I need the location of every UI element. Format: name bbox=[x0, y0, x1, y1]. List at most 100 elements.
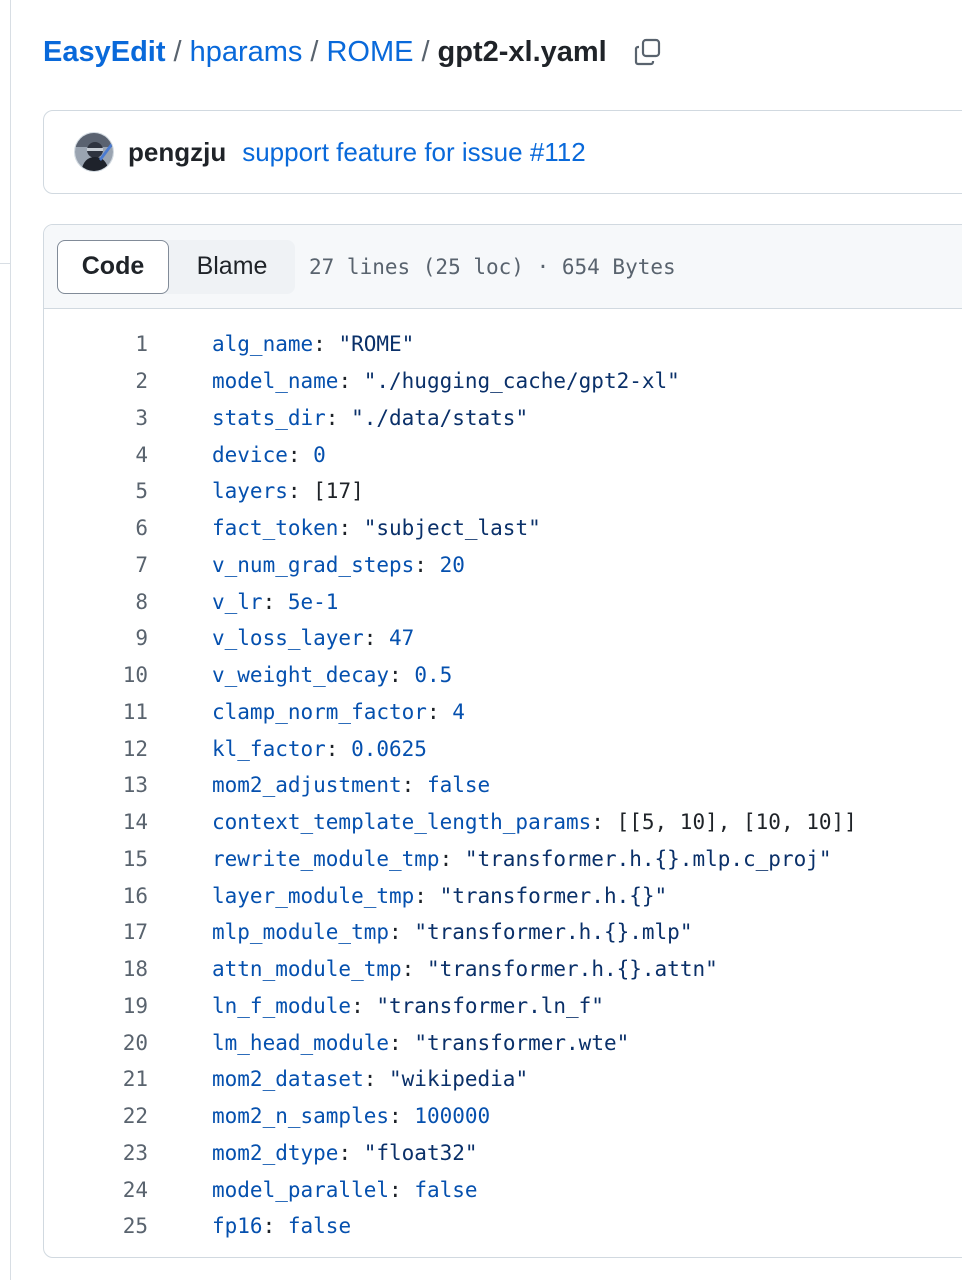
code-line: 21 mom2_dataset: "wikipedia" bbox=[44, 1061, 962, 1098]
line-number[interactable]: 12 bbox=[44, 737, 148, 761]
line-number[interactable]: 3 bbox=[44, 406, 148, 430]
line-number[interactable]: 10 bbox=[44, 663, 148, 687]
code-line: 6 fact_token: "subject_last" bbox=[44, 510, 962, 547]
yaml-value: 0.0625 bbox=[351, 736, 427, 761]
yaml-separator: : bbox=[389, 1030, 415, 1055]
breadcrumb-hparams-link[interactable]: hparams bbox=[190, 36, 303, 69]
line-number[interactable]: 18 bbox=[44, 957, 148, 981]
tab-code[interactable]: Code bbox=[57, 239, 169, 294]
yaml-key: kl_factor bbox=[212, 736, 326, 761]
line-number[interactable]: 16 bbox=[44, 884, 148, 908]
line-code: kl_factor: 0.0625 bbox=[212, 737, 427, 761]
line-number[interactable]: 20 bbox=[44, 1031, 148, 1055]
yaml-key: v_loss_layer bbox=[212, 626, 364, 651]
yaml-separator: : bbox=[363, 626, 390, 651]
yaml-value: 0.5 bbox=[414, 663, 453, 688]
yaml-key: mom2_adjustment bbox=[212, 773, 402, 798]
code-listing[interactable]: 1 alg_name: "ROME" 2 model_name: "./hugging… bbox=[44, 309, 962, 1245]
yaml-value: false bbox=[426, 773, 491, 798]
line-code: stats_dir: "./data/stats" bbox=[212, 406, 528, 430]
yaml-key: clamp_norm_factor bbox=[212, 699, 427, 724]
breadcrumb-current-file: gpt2-xl.yaml bbox=[437, 35, 607, 68]
yaml-key: fact_token bbox=[212, 516, 339, 541]
line-number[interactable]: 9 bbox=[44, 626, 148, 650]
line-number[interactable]: 23 bbox=[44, 1141, 148, 1165]
avatar[interactable] bbox=[74, 132, 114, 172]
code-line: 11 clamp_norm_factor: 4 bbox=[44, 694, 962, 731]
line-number[interactable]: 15 bbox=[44, 847, 148, 871]
yaml-key: device bbox=[212, 442, 288, 467]
file-stats: 27 lines (25 loc) · 654 Bytes bbox=[309, 254, 676, 279]
view-mode-toggle: Code Blame bbox=[57, 239, 295, 294]
commit-author-link[interactable]: pengzju bbox=[128, 137, 226, 168]
code-line: 9 v_loss_layer: 47 bbox=[44, 620, 962, 657]
yaml-value: 20 bbox=[439, 552, 465, 577]
code-line: 3 stats_dir: "./data/stats" bbox=[44, 400, 962, 437]
line-number[interactable]: 21 bbox=[44, 1067, 148, 1091]
code-line: 2 model_name: "./hugging_cache/gpt2-xl" bbox=[44, 363, 962, 400]
code-line: 5 layers: [17] bbox=[44, 473, 962, 510]
code-line: 8 v_lr: 5e-1 bbox=[44, 583, 962, 620]
yaml-separator: : bbox=[262, 589, 288, 614]
yaml-key: v_weight_decay bbox=[212, 663, 390, 688]
line-code: fp16: false bbox=[212, 1214, 351, 1238]
yaml-separator: : bbox=[401, 957, 427, 982]
line-code: clamp_norm_factor: 4 bbox=[212, 700, 465, 724]
yaml-value: 0 bbox=[313, 442, 326, 467]
line-number[interactable]: 2 bbox=[44, 369, 148, 393]
line-number[interactable]: 4 bbox=[44, 443, 148, 467]
breadcrumb-rome-link[interactable]: ROME bbox=[326, 36, 413, 69]
yaml-value: "wikipedia" bbox=[389, 1067, 529, 1092]
line-code: mom2_dtype: "float32" bbox=[212, 1141, 478, 1165]
yaml-separator: : bbox=[338, 1140, 364, 1165]
line-number[interactable]: 24 bbox=[44, 1178, 148, 1202]
code-line: 15 rewrite_module_tmp: "transformer.h.{}.… bbox=[44, 841, 962, 878]
yaml-separator: : bbox=[389, 1177, 415, 1202]
code-line: 12 kl_factor: 0.0625 bbox=[44, 730, 962, 767]
line-code: model_parallel: false bbox=[212, 1178, 478, 1202]
yaml-separator: : bbox=[363, 1067, 390, 1092]
yaml-value: [17] bbox=[313, 479, 364, 504]
line-number[interactable]: 19 bbox=[44, 994, 148, 1018]
line-number[interactable]: 8 bbox=[44, 590, 148, 614]
yaml-value: "float32" bbox=[363, 1140, 478, 1165]
line-number[interactable]: 17 bbox=[44, 920, 148, 944]
yaml-separator: : bbox=[325, 405, 352, 430]
yaml-separator: : bbox=[325, 736, 352, 761]
breadcrumb-repo-link[interactable]: EasyEdit bbox=[43, 36, 166, 69]
left-divider bbox=[10, 0, 11, 1280]
yaml-value: 100000 bbox=[414, 1104, 491, 1129]
line-number[interactable]: 5 bbox=[44, 479, 148, 503]
line-number[interactable]: 7 bbox=[44, 553, 148, 577]
commit-message-link[interactable]: support feature for issue #112 bbox=[242, 137, 586, 168]
line-number[interactable]: 14 bbox=[44, 810, 148, 834]
yaml-separator: : bbox=[389, 663, 415, 688]
line-number[interactable]: 1 bbox=[44, 332, 148, 356]
code-line: 14 context_template_length_params: [[5, 1… bbox=[44, 804, 962, 841]
yaml-value: false bbox=[414, 1177, 478, 1202]
yaml-key: context_template_length_params bbox=[212, 810, 592, 835]
copy-path-button[interactable] bbox=[631, 35, 665, 69]
yaml-key: attn_module_tmp bbox=[212, 957, 402, 982]
code-line: 1 alg_name: "ROME" bbox=[44, 326, 962, 363]
line-number[interactable]: 22 bbox=[44, 1104, 148, 1128]
line-number[interactable]: 11 bbox=[44, 700, 148, 724]
yaml-separator: : bbox=[287, 479, 314, 504]
line-code: v_num_grad_steps: 20 bbox=[212, 553, 465, 577]
yaml-key: v_lr bbox=[212, 589, 263, 614]
yaml-separator: : bbox=[591, 810, 617, 835]
line-code: mom2_n_samples: 100000 bbox=[212, 1104, 490, 1128]
line-number[interactable]: 13 bbox=[44, 773, 148, 797]
line-code: mlp_module_tmp: "transformer.h.{}.mlp" bbox=[212, 920, 692, 944]
tab-blame[interactable]: Blame bbox=[169, 240, 295, 294]
line-number[interactable]: 25 bbox=[44, 1214, 148, 1238]
line-code: mom2_adjustment: false bbox=[212, 773, 490, 797]
line-code: ln_f_module: "transformer.ln_f" bbox=[212, 994, 604, 1018]
yaml-separator: : bbox=[287, 442, 314, 467]
line-number[interactable]: 6 bbox=[44, 516, 148, 540]
avatar-image bbox=[75, 133, 113, 171]
code-line: 25 fp16: false bbox=[44, 1208, 962, 1245]
yaml-key: ln_f_module bbox=[212, 993, 352, 1018]
line-code: lm_head_module: "transformer.wte" bbox=[212, 1031, 629, 1055]
yaml-separator: : bbox=[439, 846, 465, 871]
